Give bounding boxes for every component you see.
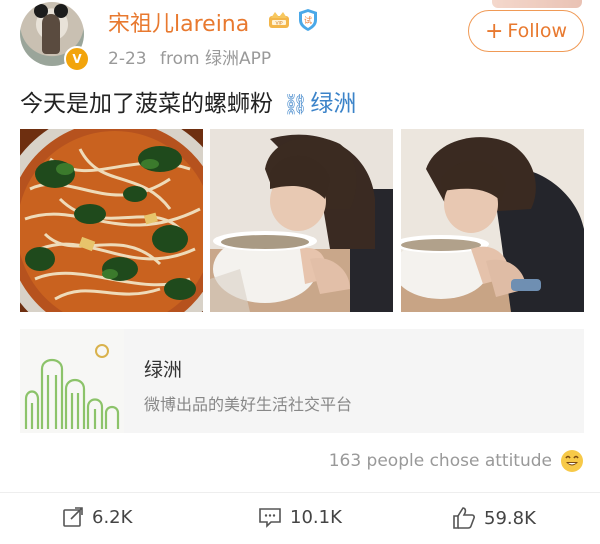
photo-grid	[20, 129, 584, 312]
attitude-text: 163 people chose attitude	[328, 451, 552, 471]
like-icon	[453, 507, 475, 529]
photo-sipping-1[interactable]	[210, 129, 393, 312]
verified-badge: V	[64, 46, 90, 72]
post-source[interactable]: from 绿洲APP	[160, 49, 271, 69]
oasis-logo	[20, 329, 124, 433]
card-subtitle: 微博出品的美好生活社交平台	[144, 395, 353, 414]
oasis-link[interactable]: ⛓绿洲	[283, 91, 356, 117]
like-count: 59.8K	[484, 507, 536, 529]
follow-label: Follow	[507, 20, 568, 42]
shield-icon: 试	[299, 9, 317, 31]
post-body: 今天是加了菠菜的螺蛳粉	[20, 91, 273, 117]
post-text: 今天是加了菠菜的螺蛳粉 ⛓绿洲	[20, 84, 356, 118]
oasis-logo-icon	[20, 329, 124, 433]
username[interactable]: 宋祖儿lareina	[108, 6, 249, 38]
crown-icon: VIP	[269, 12, 289, 28]
post-header: V 宋祖儿lareina VIP 试 2-23 from 绿洲APP + Fol…	[0, 0, 600, 78]
attitude-summary[interactable]: 163 people chose attitude	[329, 449, 584, 473]
action-bar: 6.2K 10.1K 59.8K	[0, 498, 600, 542]
smile-icon	[561, 450, 583, 472]
post-date: 2-23	[108, 49, 147, 69]
plus-icon: +	[484, 18, 504, 44]
header-decoration	[492, 0, 582, 8]
noodle-bowl-image	[20, 129, 203, 312]
avatar-figure	[42, 14, 60, 54]
share-button[interactable]: 6.2K	[62, 506, 132, 528]
comment-icon	[259, 508, 281, 528]
card-title: 绿洲	[144, 359, 183, 381]
post-meta: 2-23 from 绿洲APP	[108, 44, 279, 69]
photo-noodles[interactable]	[20, 129, 203, 312]
svg-text:VIP: VIP	[275, 21, 282, 27]
sipping-soup-image	[210, 129, 393, 312]
oasis-link-label: 绿洲	[310, 91, 357, 117]
comment-count: 10.1K	[290, 506, 342, 528]
follow-button[interactable]: + Follow	[468, 10, 584, 52]
oasis-card[interactable]: 绿洲 微博出品的美好生活社交平台	[20, 329, 584, 433]
action-divider	[0, 492, 600, 493]
link-icon: ⛓	[283, 92, 309, 116]
share-icon	[63, 507, 83, 527]
photo-sipping-2[interactable]	[401, 129, 584, 312]
like-button[interactable]: 59.8K	[452, 506, 536, 530]
svg-text:试: 试	[304, 15, 312, 25]
sipping-soup-image-2	[401, 129, 584, 312]
comment-button[interactable]: 10.1K	[258, 506, 342, 528]
share-count: 6.2K	[92, 506, 133, 528]
